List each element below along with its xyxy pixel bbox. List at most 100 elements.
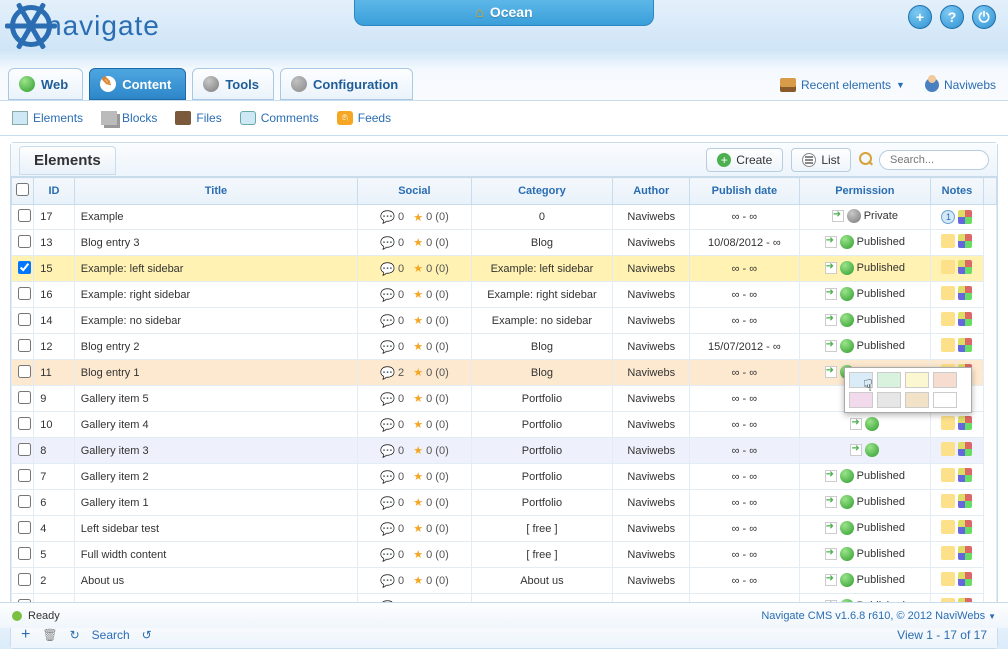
color-grid-icon[interactable]: [958, 494, 972, 508]
color-swatch[interactable]: [933, 372, 957, 388]
cell-notes[interactable]: [931, 308, 984, 334]
tab-tools[interactable]: Tools: [192, 68, 274, 100]
table-row[interactable]: 8Gallery item 3💬0 ★0 (0)PortfolioNaviweb…: [12, 438, 997, 464]
table-row[interactable]: 15Example: left sidebar💬0 ★0 (0)Example:…: [12, 256, 997, 282]
col-id[interactable]: ID: [34, 178, 74, 205]
list-button[interactable]: List: [791, 148, 851, 172]
color-grid-icon[interactable]: [958, 468, 972, 482]
cell-notes[interactable]: [931, 334, 984, 360]
reset-search-button[interactable]: ↺: [142, 628, 152, 642]
cell-notes[interactable]: [931, 230, 984, 256]
grid-search-button[interactable]: Search: [92, 628, 130, 642]
row-checkbox[interactable]: [18, 391, 31, 404]
row-checkbox[interactable]: [18, 209, 31, 222]
search-input[interactable]: [879, 150, 989, 170]
row-checkbox[interactable]: [18, 313, 31, 326]
delete-row-button[interactable]: 🗑: [42, 628, 57, 642]
subnav-elements[interactable]: Elements: [12, 111, 83, 125]
table-row[interactable]: 17Example💬0 ★0 (0)0Naviwebs∞ - ∞ Private…: [12, 205, 997, 230]
row-checkbox[interactable]: [18, 261, 31, 274]
table-row[interactable]: 16Example: right sidebar💬0 ★0 (0)Example…: [12, 282, 997, 308]
reload-button[interactable]: ↻: [70, 628, 80, 642]
cell-notes[interactable]: [931, 438, 984, 464]
company-link[interactable]: NaviWebs: [935, 610, 985, 622]
tab-web[interactable]: Web: [8, 68, 83, 100]
site-badge[interactable]: Ocean: [354, 0, 654, 26]
color-grid-icon[interactable]: [958, 210, 972, 224]
color-swatch[interactable]: [849, 392, 873, 408]
power-icon[interactable]: ⏻: [972, 5, 996, 29]
subnav-blocks[interactable]: Blocks: [101, 111, 157, 125]
color-swatch[interactable]: [905, 392, 929, 408]
row-checkbox[interactable]: [18, 547, 31, 560]
cell-notes[interactable]: [931, 256, 984, 282]
scrollbar-track[interactable]: [983, 178, 996, 205]
recent-elements-dropdown[interactable]: Recent elements▼: [780, 78, 905, 92]
color-swatch[interactable]: [877, 392, 901, 408]
color-grid-icon[interactable]: [958, 416, 972, 430]
cell-notes[interactable]: [931, 412, 984, 438]
table-row[interactable]: 7Gallery item 2💬0 ★0 (0)PortfolioNaviweb…: [12, 464, 997, 490]
table-row[interactable]: 14Example: no sidebar💬0 ★0 (0)Example: n…: [12, 308, 997, 334]
row-checkbox[interactable]: [18, 417, 31, 430]
cell-notes[interactable]: [931, 490, 984, 516]
add-icon[interactable]: +: [908, 5, 932, 29]
subnav-feeds[interactable]: ෧Feeds: [337, 111, 391, 125]
cell-notes[interactable]: [931, 282, 984, 308]
add-row-button[interactable]: +: [21, 626, 30, 644]
table-row[interactable]: 10Gallery item 4💬0 ★0 (0)PortfolioNaviwe…: [12, 412, 997, 438]
color-grid-icon[interactable]: [958, 312, 972, 326]
col-publish[interactable]: Publish date: [690, 178, 799, 205]
col-checkbox[interactable]: [12, 178, 34, 205]
logo[interactable]: navigate: [10, 5, 160, 47]
row-checkbox[interactable]: [18, 365, 31, 378]
cell-notes[interactable]: [931, 542, 984, 568]
create-button[interactable]: +Create: [706, 148, 783, 172]
color-grid-icon[interactable]: [958, 572, 972, 586]
col-social[interactable]: Social: [358, 178, 471, 205]
col-notes[interactable]: Notes: [931, 178, 984, 205]
color-swatch[interactable]: [849, 372, 873, 388]
version-link[interactable]: Navigate CMS v1.6.8 r610: [761, 610, 890, 622]
row-checkbox[interactable]: [18, 339, 31, 352]
help-icon[interactable]: ?: [940, 5, 964, 29]
cell-notes[interactable]: [931, 464, 984, 490]
user-menu[interactable]: Naviwebs: [925, 78, 996, 92]
tab-content[interactable]: Content: [89, 68, 186, 100]
color-grid-icon[interactable]: [958, 520, 972, 534]
scrollbar[interactable]: [983, 205, 996, 620]
table-row[interactable]: 2About us💬0 ★0 (0)About usNaviwebs∞ - ∞ …: [12, 568, 997, 594]
cell-notes[interactable]: [931, 568, 984, 594]
col-permission[interactable]: Permission: [799, 178, 931, 205]
row-checkbox[interactable]: [18, 443, 31, 456]
row-checkbox[interactable]: [18, 469, 31, 482]
subnav-files[interactable]: Files: [175, 111, 221, 125]
table-row[interactable]: 6Gallery item 1💬0 ★0 (0)PortfolioNaviweb…: [12, 490, 997, 516]
color-picker-popup[interactable]: ☟: [844, 367, 972, 413]
color-swatch[interactable]: [933, 392, 957, 408]
table-row[interactable]: 5Full width content💬0 ★0 (0)[ free ]Navi…: [12, 542, 997, 568]
color-grid-icon[interactable]: [958, 234, 972, 248]
row-checkbox[interactable]: [18, 235, 31, 248]
color-grid-icon[interactable]: [958, 338, 972, 352]
row-checkbox[interactable]: [18, 287, 31, 300]
col-author[interactable]: Author: [613, 178, 690, 205]
cell-notes[interactable]: [931, 516, 984, 542]
row-checkbox[interactable]: [18, 495, 31, 508]
row-checkbox[interactable]: [18, 521, 31, 534]
color-swatch[interactable]: [905, 372, 929, 388]
table-row[interactable]: 13Blog entry 3💬0 ★0 (0)BlogNaviwebs10/08…: [12, 230, 997, 256]
cell-notes[interactable]: 1: [931, 205, 984, 230]
table-row[interactable]: 12Blog entry 2💬0 ★0 (0)BlogNaviwebs15/07…: [12, 334, 997, 360]
color-grid-icon[interactable]: [958, 286, 972, 300]
col-title[interactable]: Title: [74, 178, 357, 205]
col-category[interactable]: Category: [471, 178, 613, 205]
subnav-comments[interactable]: Comments: [240, 111, 319, 125]
table-row[interactable]: 4Left sidebar test💬0 ★0 (0)[ free ]Naviw…: [12, 516, 997, 542]
color-grid-icon[interactable]: [958, 260, 972, 274]
color-grid-icon[interactable]: [958, 546, 972, 560]
row-checkbox[interactable]: [18, 573, 31, 586]
color-swatch[interactable]: [877, 372, 901, 388]
tab-config[interactable]: Configuration: [280, 68, 413, 100]
color-grid-icon[interactable]: [958, 442, 972, 456]
